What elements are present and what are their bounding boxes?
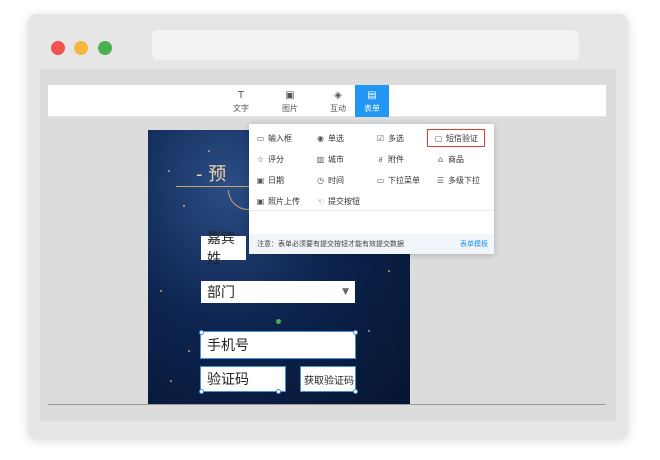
menu-item-label: 下拉菜单 (388, 175, 420, 185)
radio-icon: ◉ (317, 133, 324, 143)
city-icon: ▥ (316, 154, 325, 164)
tool-label: 表单 (364, 104, 380, 113)
menu-item-label: 评分 (268, 154, 284, 164)
form-template-link[interactable]: 表单模板 (460, 239, 488, 249)
form-component-menu: ▭ 输入框 ◉ 单选 ☑ 多选 ▢ 短信验证 ☆ 评分 ▥ 城市 ∂ 附件 ⌂ … (249, 124, 494, 254)
resize-handle[interactable] (199, 330, 204, 335)
menu-item-label: 提交按钮 (328, 196, 360, 206)
sparkle (188, 350, 190, 352)
input-box-icon: ▭ (256, 133, 265, 143)
sparkle (183, 205, 185, 207)
chevron-down-icon: ▼ (342, 287, 349, 297)
menu-item-submit[interactable]: ☜ 提交按钮 (316, 194, 360, 208)
close-window-icon[interactable] (51, 41, 65, 55)
verification-code-field[interactable]: 验证码 (200, 366, 286, 392)
menu-item-label: 附件 (388, 154, 404, 164)
menu-item-label: 城市 (328, 154, 344, 164)
poster-title: - 预 (196, 164, 227, 185)
checkbox-icon: ☑ (376, 133, 385, 143)
form-icon: ▤ (367, 90, 377, 101)
menu-item-city[interactable]: ▥ 城市 (316, 152, 344, 166)
tool-label: 互动 (330, 104, 346, 113)
resize-handle[interactable] (353, 330, 358, 335)
menu-item-dropdown[interactable]: ▭ 下拉菜单 (376, 173, 420, 187)
menu-item-radio[interactable]: ◉ 单选 (316, 131, 344, 145)
phone-field[interactable]: 手机号 (200, 331, 356, 359)
menu-item-date[interactable]: ▣ 日期 (256, 173, 284, 187)
menu-item-label: 日期 (268, 175, 284, 185)
menu-footer: 注意：表单必须要有提交按钮才能有效提交数据 表单模板 (249, 234, 494, 254)
menu-item-time[interactable]: ◷ 时间 (316, 173, 344, 187)
get-code-button[interactable]: 获取验证码 (300, 366, 356, 392)
menu-item-label: 多级下拉 (448, 175, 480, 185)
multi-dropdown-icon: ☰ (436, 175, 445, 185)
tool-label: 图片 (282, 104, 298, 113)
rotate-handle[interactable] (276, 319, 281, 324)
maximize-window-icon[interactable] (98, 41, 112, 55)
menu-item-rating[interactable]: ☆ 评分 (256, 152, 284, 166)
menu-item-label: 输入框 (268, 133, 292, 143)
address-bar[interactable] (152, 30, 579, 60)
tool-label: 文字 (233, 104, 249, 113)
interact-icon: ◈ (334, 90, 342, 101)
camera-icon: ▣ (256, 196, 265, 206)
notice-text: 注意：表单必须要有提交按钮才能有效提交数据 (257, 240, 404, 248)
menu-item-sms[interactable]: ▢ 短信验证 (427, 129, 485, 147)
sparkle (368, 330, 370, 332)
sparkle (388, 270, 390, 272)
minimize-window-icon[interactable] (74, 41, 88, 55)
submit-icon: ☜ (316, 196, 325, 206)
menu-item-checkbox[interactable]: ☑ 多选 (376, 131, 404, 145)
menu-item-photo-upload[interactable]: ▣ 照片上传 (256, 194, 300, 208)
menu-item-input[interactable]: ▭ 输入框 (256, 131, 292, 145)
component-toolbar: T 文字 ▣ 图片 ◈ 互动 ▤ 表单 (48, 85, 606, 117)
menu-item-label: 短信验证 (446, 133, 478, 143)
department-select[interactable]: 部门 ▼ (201, 281, 355, 303)
date-icon: ▣ (256, 175, 265, 185)
menu-divider (249, 210, 494, 211)
resize-handle[interactable] (199, 389, 204, 394)
sparkle (170, 380, 172, 382)
tool-form-button[interactable]: ▤ 表单 (355, 85, 389, 117)
sparkle (160, 290, 162, 292)
resize-handle[interactable] (353, 389, 358, 394)
department-label: 部门 (207, 285, 235, 301)
guest-name-field[interactable]: 嘉宾姓 (201, 231, 246, 267)
menu-item-label: 单选 (328, 133, 344, 143)
image-icon: ▣ (285, 90, 295, 101)
clock-icon: ◷ (317, 175, 324, 185)
tool-image-button[interactable]: ▣ 图片 (273, 85, 307, 117)
menu-item-product[interactable]: ⌂ 商品 (436, 152, 464, 166)
sms-icon: ▢ (434, 133, 443, 143)
bottom-divider (48, 404, 606, 405)
menu-item-label: 时间 (328, 175, 344, 185)
menu-item-attachment[interactable]: ∂ 附件 (376, 152, 404, 166)
attachment-icon: ∂ (378, 154, 383, 164)
menu-item-label: 照片上传 (268, 196, 300, 206)
sparkle (208, 150, 210, 152)
menu-item-label: 多选 (388, 133, 404, 143)
product-icon: ⌂ (437, 154, 444, 164)
resize-handle[interactable] (276, 389, 281, 394)
star-icon: ☆ (256, 154, 265, 164)
text-icon: T (237, 90, 245, 101)
dropdown-icon: ▭ (376, 175, 385, 185)
menu-item-multi-dropdown[interactable]: ☰ 多级下拉 (436, 173, 480, 187)
sparkle (168, 170, 170, 172)
tool-interact-button[interactable]: ◈ 互动 (321, 85, 355, 117)
menu-item-label: 商品 (448, 154, 464, 164)
tool-text-button[interactable]: T 文字 (224, 85, 258, 117)
